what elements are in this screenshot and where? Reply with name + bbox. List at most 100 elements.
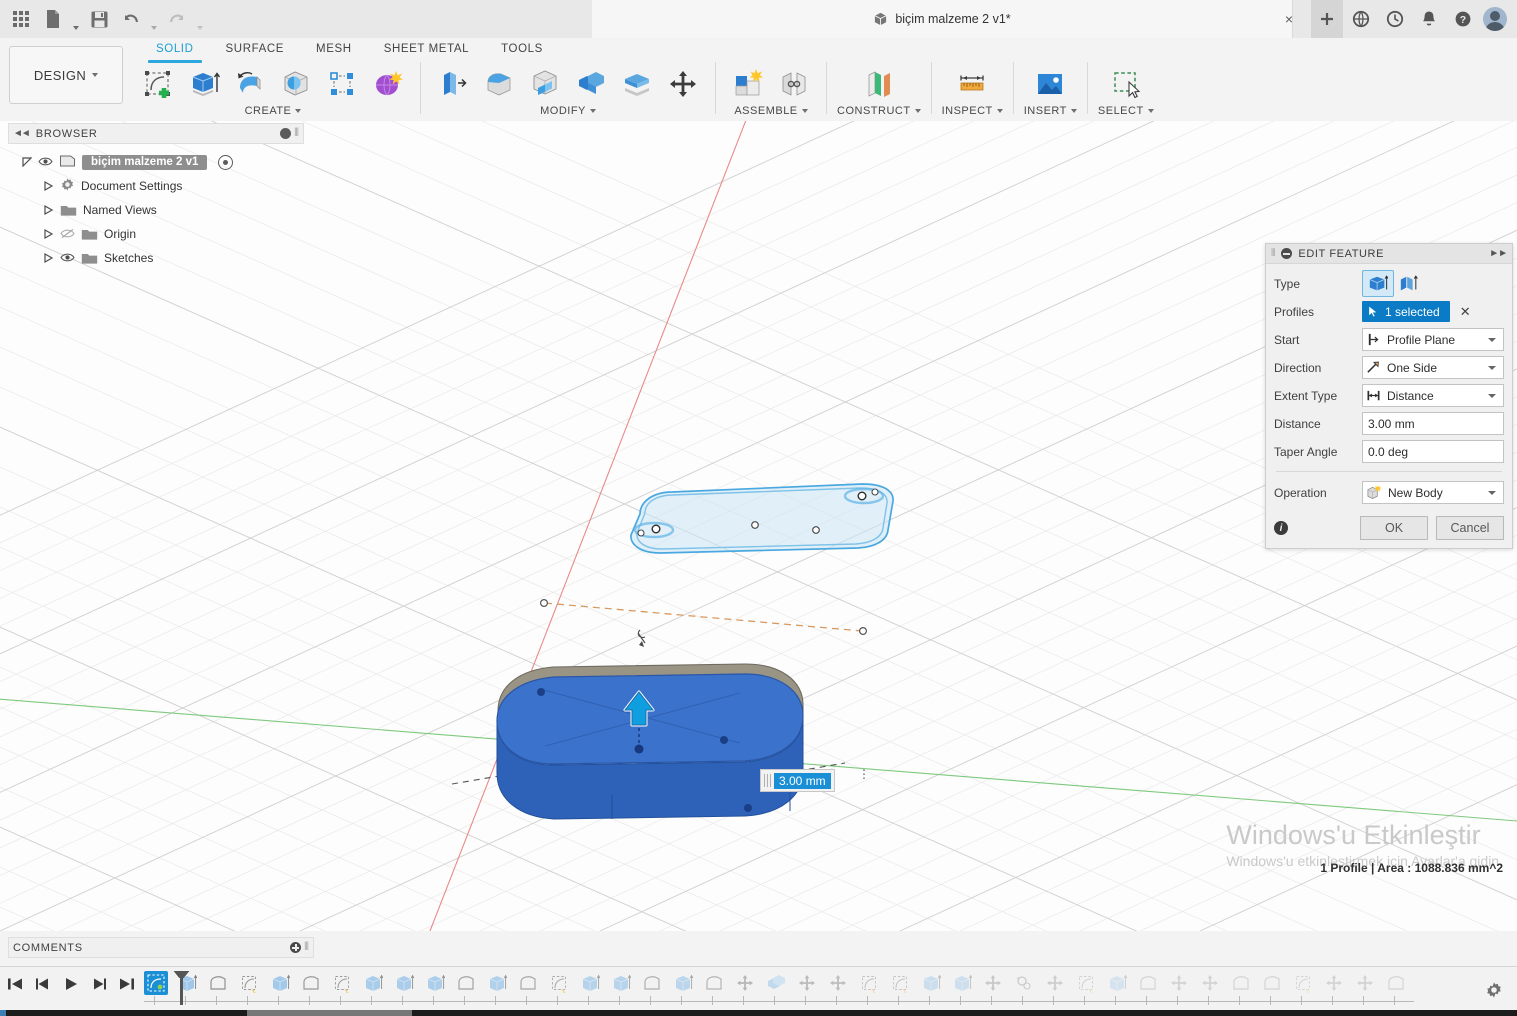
undo-icon[interactable]	[116, 4, 146, 34]
timeline-feature-sketch-icon[interactable]	[857, 971, 881, 995]
expand-triangle-icon[interactable]	[44, 253, 54, 263]
direction-dropdown[interactable]: One Side	[1362, 356, 1504, 379]
modify-group-label[interactable]: MODIFY	[540, 105, 596, 117]
apps-grid-icon[interactable]	[6, 4, 36, 34]
start-dropdown[interactable]: Profile Plane	[1362, 328, 1504, 351]
horizontal-scrollbar[interactable]	[0, 1010, 1517, 1016]
visibility-eye-icon[interactable]	[38, 156, 53, 168]
extent-type-dropdown[interactable]: Distance	[1362, 384, 1504, 407]
browser-item-named-views[interactable]: Named Views	[8, 198, 304, 222]
joint-icon[interactable]	[772, 62, 816, 106]
timeline-feature-extrude-icon[interactable]	[609, 971, 633, 995]
undo-caret-icon[interactable]	[148, 0, 160, 39]
timeline-feature-extrude-icon[interactable]	[950, 971, 974, 995]
timeline-feature-move-icon[interactable]	[733, 971, 757, 995]
timeline-feature-fillet-icon[interactable]	[640, 971, 664, 995]
info-icon[interactable]: i	[1274, 521, 1288, 535]
select-group-label[interactable]: SELECT	[1098, 105, 1154, 117]
avatar[interactable]	[1483, 7, 1507, 31]
operation-dropdown[interactable]: New Body	[1362, 481, 1504, 504]
timeline-feature-move-icon[interactable]	[1198, 971, 1222, 995]
inline-dimension-value[interactable]: 3.00 mm	[774, 772, 831, 789]
split-face-icon[interactable]	[615, 62, 659, 106]
extrude-icon[interactable]	[182, 62, 226, 106]
document-tab[interactable]: biçim malzeme 2 v1*	[592, 0, 1293, 38]
timeline-feature-fillet-icon[interactable]	[702, 971, 726, 995]
add-comment-icon[interactable]	[290, 942, 302, 953]
workspace-selector[interactable]: DESIGN	[9, 46, 123, 104]
new-tab-button[interactable]	[1311, 0, 1343, 38]
tab-surface[interactable]: SURFACE	[210, 38, 301, 60]
timeline-feature-fillet-icon[interactable]	[1260, 971, 1284, 995]
play-icon[interactable]	[62, 974, 80, 994]
timeline-settings-icon[interactable]	[1485, 981, 1503, 1002]
timeline-feature-move-icon[interactable]	[1043, 971, 1067, 995]
extrude-edge-icon[interactable]	[1394, 271, 1424, 296]
timeline-feature-fillet-icon[interactable]	[1384, 971, 1408, 995]
extruded-body[interactable]	[496, 663, 804, 820]
panel-grip-icon[interactable]: ⦀	[294, 127, 299, 140]
taper-angle-input[interactable]: 0.0 deg	[1362, 440, 1504, 463]
timeline-feature-fillet-icon[interactable]	[1136, 971, 1160, 995]
timeline-feature-extrude-icon[interactable]	[671, 971, 695, 995]
cancel-button[interactable]: Cancel	[1436, 516, 1504, 540]
select-window-icon[interactable]	[1104, 62, 1148, 106]
visibility-eye-off-icon[interactable]	[60, 228, 75, 240]
insert-image-icon[interactable]	[1028, 62, 1072, 106]
save-icon[interactable]	[84, 4, 114, 34]
insert-group-label[interactable]: INSERT	[1024, 105, 1077, 117]
step-forward-icon[interactable]	[90, 974, 108, 994]
go-to-beginning-icon[interactable]	[6, 974, 24, 994]
move-copy-icon[interactable]	[661, 62, 705, 106]
timeline-feature-move-icon[interactable]	[1353, 971, 1377, 995]
timeline-feature-sketch-icon[interactable]	[547, 971, 571, 995]
tab-tools[interactable]: TOOLS	[485, 38, 559, 60]
expand-triangle-icon[interactable]	[44, 205, 54, 215]
timeline-feature-move-icon[interactable]	[1167, 971, 1191, 995]
bell-icon[interactable]	[1413, 0, 1445, 38]
help-icon[interactable]: ?	[1447, 0, 1479, 38]
timeline-marker[interactable]	[180, 971, 183, 1005]
timeline-feature-move-icon[interactable]	[1322, 971, 1346, 995]
construct-group-label[interactable]: CONSTRUCT	[837, 105, 921, 117]
timeline-feature-extrude-icon[interactable]	[919, 971, 943, 995]
redo-caret-icon[interactable]	[194, 0, 206, 39]
browser-item-sketches[interactable]: Sketches	[8, 246, 304, 270]
browser-item-document-settings[interactable]: Document Settings	[8, 174, 304, 198]
timeline-feature-fillet-icon[interactable]	[516, 971, 540, 995]
timeline-feature-sketch-icon[interactable]	[1074, 971, 1098, 995]
timeline-feature-fillet-icon[interactable]	[454, 971, 478, 995]
tab-sheet-metal[interactable]: SHEET METAL	[368, 38, 485, 60]
press-pull-icon[interactable]	[431, 62, 475, 106]
panel-grip-icon[interactable]: ⦀	[304, 941, 309, 954]
timeline-feature-move-icon[interactable]	[795, 971, 819, 995]
panel-options-icon[interactable]	[280, 128, 292, 139]
timeline-feature-extrude-icon[interactable]	[392, 971, 416, 995]
expand-right-icon[interactable]: ►►	[1489, 248, 1508, 259]
timeline-feature-fillet-icon[interactable]	[1229, 971, 1253, 995]
expand-triangle-icon[interactable]	[44, 229, 54, 239]
timeline-feature-fillet-icon[interactable]	[299, 971, 323, 995]
tab-mesh[interactable]: MESH	[300, 38, 368, 60]
timeline-feature-extrude-icon[interactable]	[144, 971, 168, 995]
collapse-left-icon[interactable]: ◄◄	[13, 128, 31, 139]
browser-item-root[interactable]: biçim malzeme 2 v1	[8, 150, 304, 174]
extrude-profile-icon[interactable]	[1362, 270, 1394, 297]
redo-icon[interactable]	[162, 4, 192, 34]
pattern-icon[interactable]	[320, 62, 364, 106]
timeline-feature-sketch-icon[interactable]	[330, 971, 354, 995]
visibility-eye-icon[interactable]	[60, 252, 75, 264]
browser-item-origin[interactable]: Origin	[8, 222, 304, 246]
scrollbar-thumb[interactable]	[247, 1010, 412, 1016]
expand-triangle-icon[interactable]	[22, 157, 32, 167]
minimize-icon[interactable]	[1281, 248, 1293, 259]
inline-dimension-input[interactable]: 3.00 mm	[760, 769, 835, 792]
more-vertical-icon[interactable]: ⋮	[858, 768, 870, 780]
timeline-feature-extrude-icon[interactable]	[578, 971, 602, 995]
distance-input[interactable]: 3.00 mm	[1362, 412, 1504, 435]
activate-component-radio[interactable]	[218, 154, 234, 170]
new-component-icon[interactable]	[726, 62, 770, 106]
timeline-feature-fillet-icon[interactable]	[206, 971, 230, 995]
new-file-caret-icon[interactable]	[70, 0, 82, 39]
timeline-track[interactable]	[140, 971, 1457, 1013]
